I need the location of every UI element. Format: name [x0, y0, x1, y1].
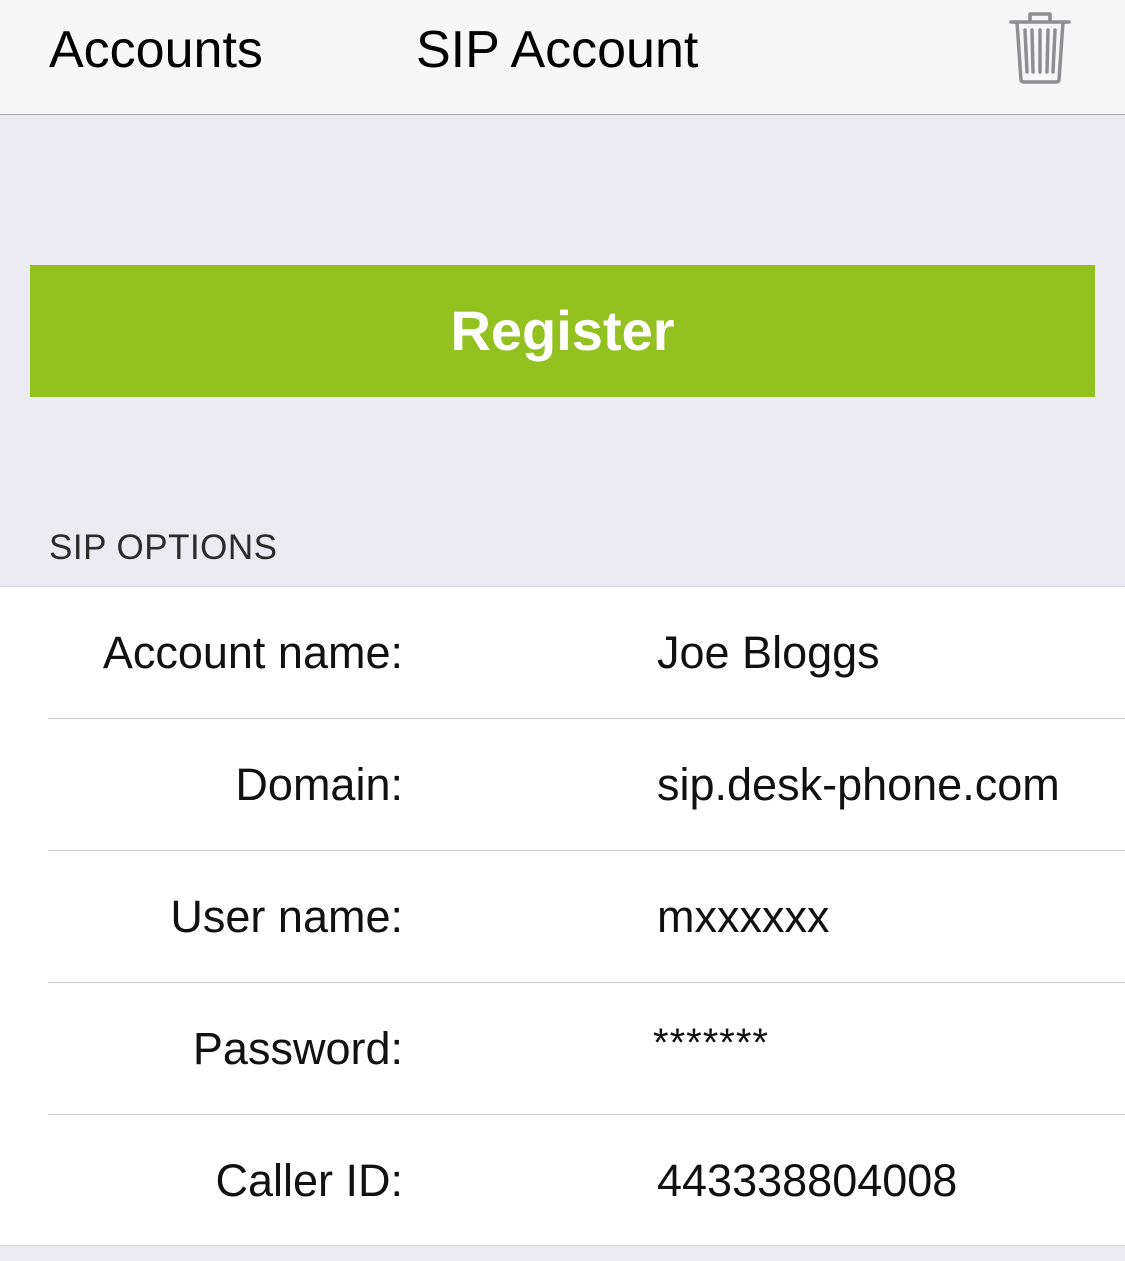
domain-label: Domain: [235, 759, 403, 810]
register-button[interactable]: Register [30, 265, 1095, 397]
row-domain[interactable]: Domain: [0, 719, 1125, 851]
domain-field[interactable] [657, 719, 1107, 851]
trash-icon [1009, 12, 1071, 84]
navigation-bar: Accounts SIP Account [0, 0, 1125, 115]
user-name-label: User name: [170, 891, 403, 942]
row-caller-id[interactable]: Caller ID: [0, 1115, 1125, 1247]
row-account-name[interactable]: Account name: [0, 587, 1125, 719]
caller-id-label: Caller ID: [215, 1155, 403, 1206]
back-button-accounts[interactable]: Accounts [49, 20, 263, 80]
account-name-field[interactable] [657, 587, 1107, 719]
delete-account-button[interactable] [1004, 8, 1076, 88]
account-name-label: Account name: [102, 627, 403, 678]
user-name-field[interactable] [657, 851, 1107, 983]
section-header-sip-options: SIP OPTIONS [49, 528, 278, 567]
password-field[interactable] [653, 977, 1103, 1109]
page-title: SIP Account [416, 21, 699, 79]
row-user-name[interactable]: User name: [0, 851, 1125, 983]
row-password[interactable]: Password: [0, 977, 1125, 1115]
sip-options-table: Account name: Domain: User name: Passwor… [0, 586, 1125, 1247]
password-label: Password: [192, 1023, 403, 1074]
caller-id-field[interactable] [657, 1115, 1107, 1247]
